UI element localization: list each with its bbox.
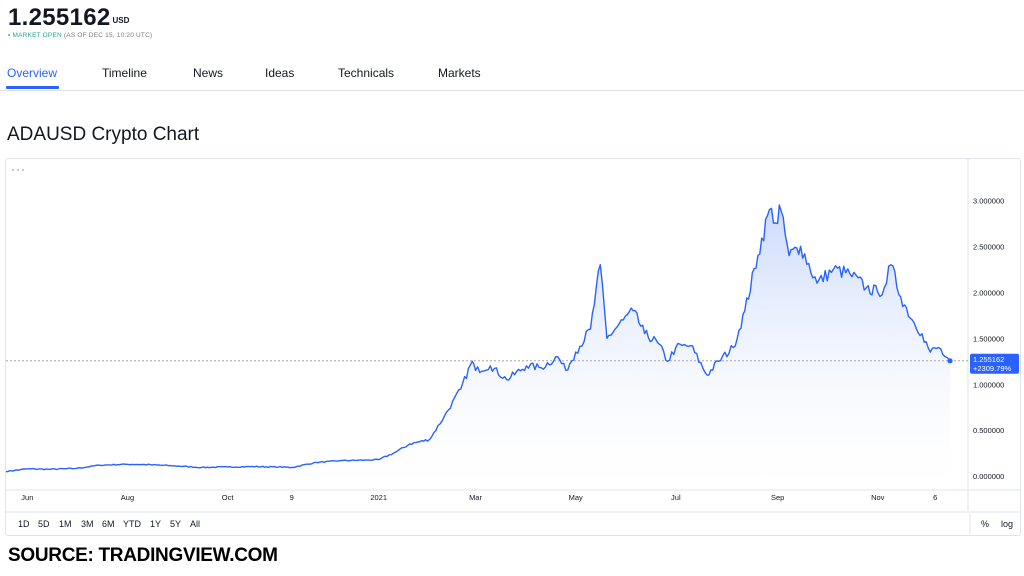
x-tick-label: Mar bbox=[469, 493, 482, 502]
timeframe-1m-button[interactable]: 1M bbox=[59, 519, 72, 529]
x-tick-label: Sep bbox=[771, 493, 784, 502]
x-tick-label: 2021 bbox=[370, 493, 387, 502]
y-tick-label: 0.500000 bbox=[973, 426, 1004, 435]
x-tick-label: 6 bbox=[933, 493, 937, 502]
source-caption: SOURCE: TRADINGVIEW.COM bbox=[8, 545, 278, 566]
x-tick-label: Jun bbox=[21, 493, 33, 502]
log-scale-toggle[interactable]: log bbox=[1001, 519, 1013, 529]
y-tick-label: 2.000000 bbox=[973, 288, 1004, 297]
timeframe-6m-button[interactable]: 6M bbox=[102, 519, 115, 529]
timeframe-3m-button[interactable]: 3M bbox=[81, 519, 94, 529]
timeframe-5d-button[interactable]: 5D bbox=[38, 519, 50, 529]
timeframe-1y-button[interactable]: 1Y bbox=[150, 519, 161, 529]
price-area-fill bbox=[6, 205, 950, 490]
y-tick-label: 3.000000 bbox=[973, 196, 1004, 205]
last-price-marker bbox=[947, 358, 953, 364]
x-tick-label: Aug bbox=[121, 493, 134, 502]
y-tick-label: 2.500000 bbox=[973, 242, 1004, 251]
y-tick-label: 1.500000 bbox=[973, 334, 1004, 343]
last-price-label: 1.255162 bbox=[973, 355, 1004, 364]
timeframe-1d-button[interactable]: 1D bbox=[18, 519, 30, 529]
chart-menu-dots-icon[interactable] bbox=[12, 169, 24, 171]
timeframe-ytd-button[interactable]: YTD bbox=[123, 519, 141, 529]
x-tick-label: Nov bbox=[871, 493, 885, 502]
y-tick-label: 1.000000 bbox=[973, 380, 1004, 389]
y-tick-label: 0.000000 bbox=[973, 472, 1004, 481]
x-tick-label: May bbox=[569, 493, 583, 502]
price-change-label: +2309.79% bbox=[973, 364, 1011, 373]
percent-scale-toggle[interactable]: % bbox=[981, 519, 989, 529]
x-tick-label: 9 bbox=[290, 493, 294, 502]
x-tick-label: Jul bbox=[671, 493, 681, 502]
price-chart[interactable]: 0.000000 0.500000 1.000000 1.500000 2.000000… bbox=[0, 0, 1024, 576]
timeframe-all-button[interactable]: All bbox=[190, 519, 200, 529]
x-tick-label: Oct bbox=[222, 493, 235, 502]
timeframe-5y-button[interactable]: 5Y bbox=[170, 519, 181, 529]
